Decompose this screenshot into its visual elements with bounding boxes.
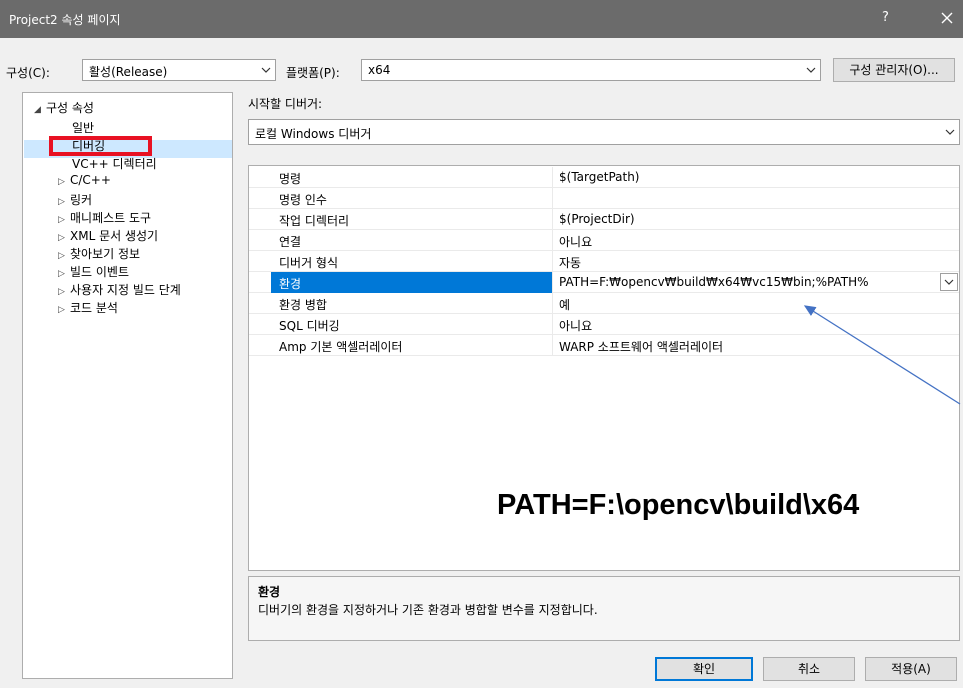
chevron-down-icon: [945, 129, 955, 135]
tree-item[interactable]: ▷ C/C++: [58, 173, 111, 187]
expand-icon[interactable]: ▷: [58, 251, 70, 261]
expand-icon[interactable]: ▷: [58, 233, 70, 243]
tree-item[interactable]: 일반: [72, 119, 94, 136]
cancel-button[interactable]: 취소: [763, 657, 855, 681]
column-divider: [552, 209, 553, 230]
expand-icon[interactable]: ▷: [58, 177, 70, 187]
tree-item-label: 찾아보기 정보: [70, 247, 141, 261]
config-label: 구성(C):: [6, 66, 50, 80]
value-dropdown-button[interactable]: [940, 273, 958, 291]
property-row[interactable]: 환경 병합 예: [249, 293, 959, 314]
description-panel: 환경 디버기의 환경을 지정하거나 기존 환경과 병합할 변수를 지정합니다.: [248, 576, 960, 641]
property-name: 디버거 형식: [279, 256, 339, 270]
property-name: SQL 디버깅: [279, 319, 340, 333]
window-title: Project2 속성 페이지: [9, 13, 121, 27]
tree-item-label: VC++ 디렉터리: [72, 157, 157, 171]
property-row[interactable]: 명령 $(TargetPath): [249, 167, 959, 188]
debugger-label: 시작할 디버거:: [248, 97, 323, 111]
tree-item-label: 링커: [70, 193, 93, 207]
debugger-value: 로컬 Windows 디버거: [255, 127, 372, 141]
platform-combo[interactable]: x64: [361, 59, 821, 81]
property-row[interactable]: SQL 디버깅 아니요: [249, 314, 959, 335]
title-bar: Project2 속성 페이지 ?: [0, 0, 963, 38]
property-name: Amp 기본 액셀러레이터: [279, 340, 403, 354]
debugger-combo[interactable]: 로컬 Windows 디버거: [248, 119, 960, 145]
tree-item-label: 사용자 지정 빌드 단계: [70, 283, 181, 297]
property-row[interactable]: 환경 PATH=F:₩opencv₩build₩x64₩vc15₩bin;%PAT…: [249, 272, 959, 293]
chevron-down-icon: [806, 67, 816, 73]
property-value: 아니요: [559, 319, 593, 333]
property-value: WARP 소프트웨어 액셀러레이터: [559, 340, 724, 354]
apply-button[interactable]: 적용(A): [865, 657, 957, 681]
property-value: $(TargetPath): [559, 170, 640, 184]
highlight-box: [49, 136, 152, 156]
column-divider: [552, 272, 553, 293]
column-divider: [552, 188, 553, 209]
platform-label: 플랫폼(P):: [286, 66, 340, 80]
property-row[interactable]: 디버거 형식 자동: [249, 251, 959, 272]
property-name: 환경: [279, 277, 302, 291]
property-value: 예: [559, 298, 571, 312]
ok-button[interactable]: 확인: [655, 657, 753, 681]
property-row[interactable]: 작업 디렉터리 $(ProjectDir): [249, 209, 959, 230]
tree-item[interactable]: ▷ 코드 분석: [58, 299, 118, 316]
tree-item[interactable]: ▷ 빌드 이벤트: [58, 263, 129, 280]
property-value: 아니요: [559, 235, 593, 249]
help-button[interactable]: ?: [882, 10, 889, 25]
property-row[interactable]: 연결 아니요: [249, 230, 959, 251]
tree-item-label: 코드 분석: [70, 301, 118, 315]
property-value: $(ProjectDir): [559, 212, 635, 226]
expand-icon[interactable]: ▷: [58, 215, 70, 225]
tree-item[interactable]: ▷ 사용자 지정 빌드 단계: [58, 281, 181, 298]
property-name: 작업 디렉터리: [279, 214, 350, 228]
tree-item[interactable]: ▷ 링커: [58, 191, 92, 208]
property-name: 환경 병합: [279, 298, 327, 312]
expand-icon[interactable]: ▷: [58, 197, 70, 207]
row-selection: [271, 272, 552, 293]
chevron-down-icon: [944, 279, 954, 285]
tree-item-label: C/C++: [70, 173, 111, 187]
column-divider: [552, 167, 553, 188]
annotation-text: PATH=F:\opencv\build\x64: [497, 489, 860, 521]
property-tree: [22, 92, 233, 679]
tree-item[interactable]: ▷ 찾아보기 정보: [58, 245, 140, 262]
chevron-down-icon: [261, 67, 271, 73]
tree-item-label: 매니페스트 도구: [70, 211, 152, 225]
tree-item-label: XML 문서 생성기: [70, 229, 159, 243]
tree-root-label: 구성 속성: [46, 101, 94, 115]
column-divider: [552, 251, 553, 272]
platform-value: x64: [368, 63, 391, 77]
close-icon[interactable]: [935, 6, 959, 30]
description-text: 디버기의 환경을 지정하거나 기존 환경과 병합할 변수를 지정합니다.: [258, 603, 598, 617]
column-divider: [552, 230, 553, 251]
column-divider: [552, 335, 553, 356]
property-name: 연결: [279, 235, 302, 249]
column-divider: [552, 293, 553, 314]
expand-icon[interactable]: ▷: [58, 269, 70, 279]
tree-item-label: 일반: [72, 121, 95, 135]
config-value: 활성(Release): [89, 65, 168, 79]
tree-item[interactable]: VC++ 디렉터리: [72, 155, 157, 172]
property-value: 자동: [559, 256, 582, 270]
property-name: 명령 인수: [279, 193, 327, 207]
tree-item[interactable]: ▷ XML 문서 생성기: [58, 227, 158, 244]
property-value-input[interactable]: PATH=F:₩opencv₩build₩x64₩vc15₩bin;%PATH%: [559, 275, 869, 289]
expand-icon[interactable]: ▷: [58, 305, 70, 315]
property-name: 명령: [279, 172, 302, 186]
property-row[interactable]: 명령 인수: [249, 188, 959, 209]
description-title: 환경: [258, 585, 281, 599]
tree-root[interactable]: ◢ 구성 속성: [34, 99, 94, 116]
expand-icon[interactable]: ▷: [58, 287, 70, 297]
tree-item[interactable]: ▷ 매니페스트 도구: [58, 209, 151, 226]
config-combo[interactable]: 활성(Release): [82, 59, 276, 81]
config-manager-button[interactable]: 구성 관리자(O)...: [833, 58, 955, 82]
property-row[interactable]: Amp 기본 액셀러레이터 WARP 소프트웨어 액셀러레이터: [249, 335, 959, 356]
tree-item-label: 빌드 이벤트: [70, 265, 130, 279]
column-divider: [552, 314, 553, 335]
